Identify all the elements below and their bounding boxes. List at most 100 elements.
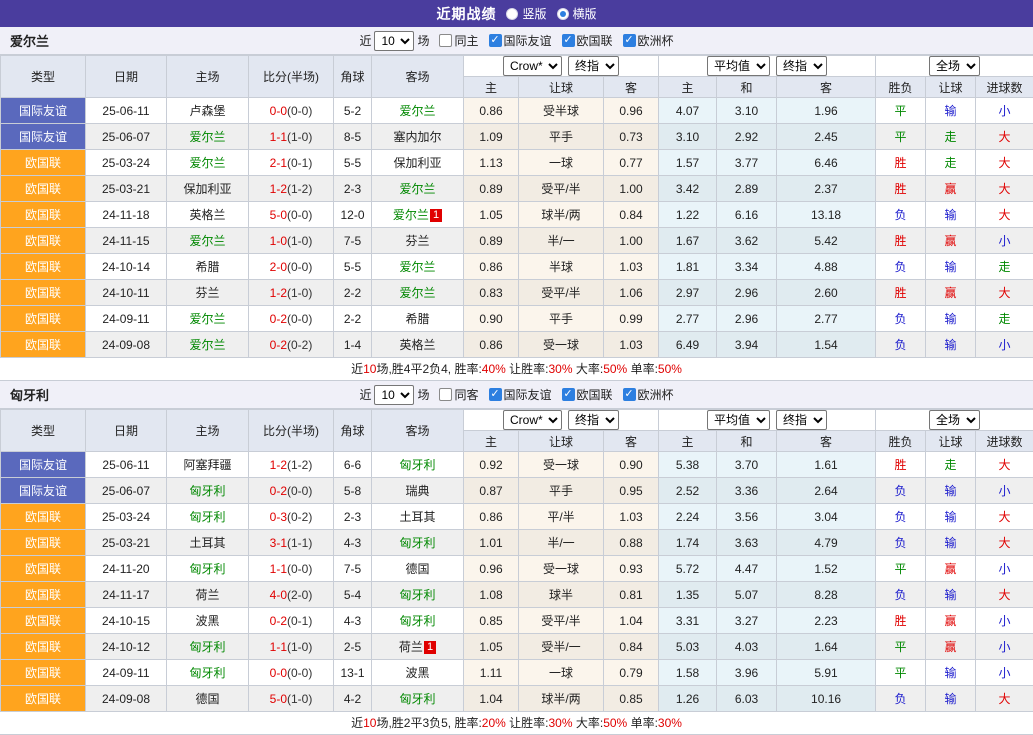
cell-competition-type: 欧国联 [1, 530, 86, 556]
cell-home-team: 匈牙利 [167, 634, 249, 660]
away-team-name: 瑞典 [405, 484, 429, 498]
cell-avg-away: 2.23 [777, 608, 876, 634]
competition-filter-0[interactable]: ✓国际友谊 [489, 32, 552, 49]
full-time-score: 1-2 [270, 182, 287, 196]
page-title: 近期战绩 [436, 4, 496, 24]
half-time-score: (1-1) [287, 536, 312, 550]
col-header-date: 日期 [86, 410, 167, 452]
cell-competition-type: 国际友谊 [1, 98, 86, 124]
final-index-select-1[interactable]: 终指 [568, 410, 619, 430]
competition-filter-1[interactable]: ✓欧国联 [562, 32, 613, 49]
cell-away-team: 匈牙利 [372, 530, 464, 556]
radio-checked-icon [557, 8, 569, 20]
cell-away-team: 英格兰 [372, 332, 464, 358]
layout-radio-vertical[interactable]: 竖版 [506, 5, 546, 22]
final-index-select-2[interactable]: 终指 [776, 56, 827, 76]
home-team-name: 英格兰 [189, 208, 225, 222]
cell-competition-type: 欧国联 [1, 660, 86, 686]
cell-odds-home: 0.89 [464, 176, 519, 202]
competition-filter-2[interactable]: ✓欧洲杯 [623, 32, 674, 49]
cell-odds-away: 0.73 [604, 124, 659, 150]
cell-odds-away: 0.90 [604, 452, 659, 478]
cell-corner: 5-8 [334, 478, 372, 504]
checkbox-checked-icon: ✓ [562, 34, 575, 47]
average-select[interactable]: 平均值 [707, 410, 770, 430]
cell-goals-result: 大 [976, 582, 1033, 608]
cell-away-team: 爱尔兰 [372, 176, 464, 202]
sub-header-avg-draw: 和 [717, 77, 777, 98]
cell-result: 负 [876, 686, 926, 712]
full-time-score: 5-0 [270, 692, 287, 706]
cell-goals-result: 小 [976, 634, 1033, 660]
match-count-select[interactable]: 10 [374, 31, 414, 51]
cell-goals-result: 小 [976, 478, 1033, 504]
cell-avg-away: 3.04 [777, 504, 876, 530]
average-select[interactable]: 平均值 [707, 56, 770, 76]
matches-label: 场 [417, 386, 429, 403]
cell-home-team: 波黑 [167, 608, 249, 634]
cell-result: 负 [876, 504, 926, 530]
home-team-name: 芬兰 [195, 286, 219, 300]
cell-score: 1-2(1-0) [249, 280, 334, 306]
cell-avg-draw: 3.56 [717, 504, 777, 530]
cell-avg-draw: 3.70 [717, 452, 777, 478]
table-body: 国际友谊25-06-11阿塞拜疆1-2(1-2)6-6匈牙利0.92受一球0.9… [1, 452, 1033, 712]
match-row: 欧国联25-03-21保加利亚1-2(1-2)2-3爱尔兰0.89受平/半1.0… [1, 176, 1033, 202]
summary-segment: 30% [549, 716, 573, 730]
cell-home-team: 土耳其 [167, 530, 249, 556]
full-match-dropdown-cell: 全场 [876, 56, 1033, 77]
col-header-home: 主场 [167, 56, 249, 98]
match-row: 欧国联25-03-21土耳其3-1(1-1)4-3匈牙利1.01半/一0.881… [1, 530, 1033, 556]
competition-filter-2[interactable]: ✓欧洲杯 [623, 386, 674, 403]
cell-avg-away: 2.45 [777, 124, 876, 150]
home-team-name: 匈牙利 [189, 666, 225, 680]
competition-filter-0[interactable]: ✓国际友谊 [489, 386, 552, 403]
venue-filter-checkbox[interactable]: 同客 [439, 386, 478, 403]
away-team-name: 保加利亚 [393, 156, 441, 170]
col-header-date: 日期 [86, 56, 167, 98]
cell-score: 1-1(1-0) [249, 124, 334, 150]
summary-segment: 单率: [627, 716, 658, 730]
summary-segment: 50% [658, 362, 682, 376]
match-count-select[interactable]: 10 [374, 385, 414, 405]
cell-score: 0-0(0-0) [249, 660, 334, 686]
home-team-name: 爱尔兰 [189, 130, 225, 144]
summary-segment: 场,胜4平2负4, 胜率: [376, 362, 481, 376]
competition-filter-0-label: 国际友谊 [504, 386, 552, 403]
cell-goals-result: 走 [976, 306, 1033, 332]
cell-competition-type: 国际友谊 [1, 478, 86, 504]
full-time-score: 3-1 [270, 536, 287, 550]
cell-competition-type: 欧国联 [1, 608, 86, 634]
half-time-score: (0-0) [287, 666, 312, 680]
cell-avg-draw: 4.03 [717, 634, 777, 660]
team-section-1: 匈牙利近10场同客✓国际友谊✓欧国联✓欧洲杯类型日期主场比分(半场)角球客场Cr… [0, 381, 1033, 735]
cell-avg-away: 4.79 [777, 530, 876, 556]
team-name: 爱尔兰 [10, 31, 49, 50]
cell-avg-away: 2.64 [777, 478, 876, 504]
col-header-corner: 角球 [334, 56, 372, 98]
cell-avg-draw: 5.07 [717, 582, 777, 608]
summary-segment: 10 [363, 716, 376, 730]
full-match-select[interactable]: 全场 [929, 410, 980, 430]
cell-odds-handicap: 平手 [519, 306, 604, 332]
competition-filter-1[interactable]: ✓欧国联 [562, 386, 613, 403]
sub-header-avg-home: 主 [659, 77, 717, 98]
bookmaker-select[interactable]: Crow* [503, 56, 562, 76]
cell-result: 胜 [876, 150, 926, 176]
average-dropdown-cell: 平均值终指 [659, 56, 876, 77]
venue-filter-checkbox[interactable]: 同主 [439, 32, 478, 49]
cell-handicap-result: 走 [926, 150, 976, 176]
home-team-name: 德国 [195, 692, 219, 706]
full-match-select[interactable]: 全场 [929, 56, 980, 76]
summary-segment: 40% [482, 362, 506, 376]
final-index-select-2[interactable]: 终指 [776, 410, 827, 430]
cell-avg-home: 5.03 [659, 634, 717, 660]
bookmaker-select[interactable]: Crow* [503, 410, 562, 430]
final-index-select-1[interactable]: 终指 [568, 56, 619, 76]
half-time-score: (1-2) [287, 458, 312, 472]
cell-result: 胜 [876, 608, 926, 634]
red-card-badge: 1 [424, 641, 436, 654]
layout-radio-horizontal[interactable]: 横版 [557, 5, 597, 22]
cell-odds-away: 0.99 [604, 306, 659, 332]
half-time-score: (0-0) [287, 260, 312, 274]
